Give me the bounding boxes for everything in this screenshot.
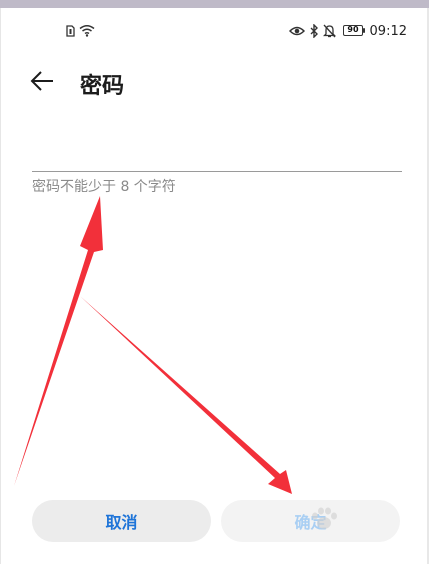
password-hint: 密码不能少于 8 个字符 xyxy=(32,179,176,195)
password-input[interactable] xyxy=(32,126,402,172)
status-bar: 90 09:12 xyxy=(0,16,429,46)
page-title: 密码 xyxy=(80,74,125,99)
wifi-icon xyxy=(79,25,95,37)
status-time: 09:12 xyxy=(369,24,407,39)
paw-logo-icon xyxy=(312,507,337,529)
battery-icon: 90 xyxy=(343,25,363,36)
app-header: 密码 xyxy=(0,62,429,102)
annotation-arrow-to-hint xyxy=(14,196,103,486)
battery-level: 90 xyxy=(347,25,359,34)
sim-icon xyxy=(66,25,75,37)
battery-cap xyxy=(363,28,365,33)
back-arrow-icon[interactable] xyxy=(30,70,54,92)
annotation-arrow-to-confirm xyxy=(80,296,292,494)
baidu-watermark xyxy=(310,507,338,531)
mute-icon xyxy=(323,24,336,38)
bluetooth-icon xyxy=(310,24,318,38)
eye-comfort-icon xyxy=(289,26,305,36)
top-frame-bar xyxy=(0,0,429,8)
cancel-button[interactable]: 取消 xyxy=(32,500,211,542)
